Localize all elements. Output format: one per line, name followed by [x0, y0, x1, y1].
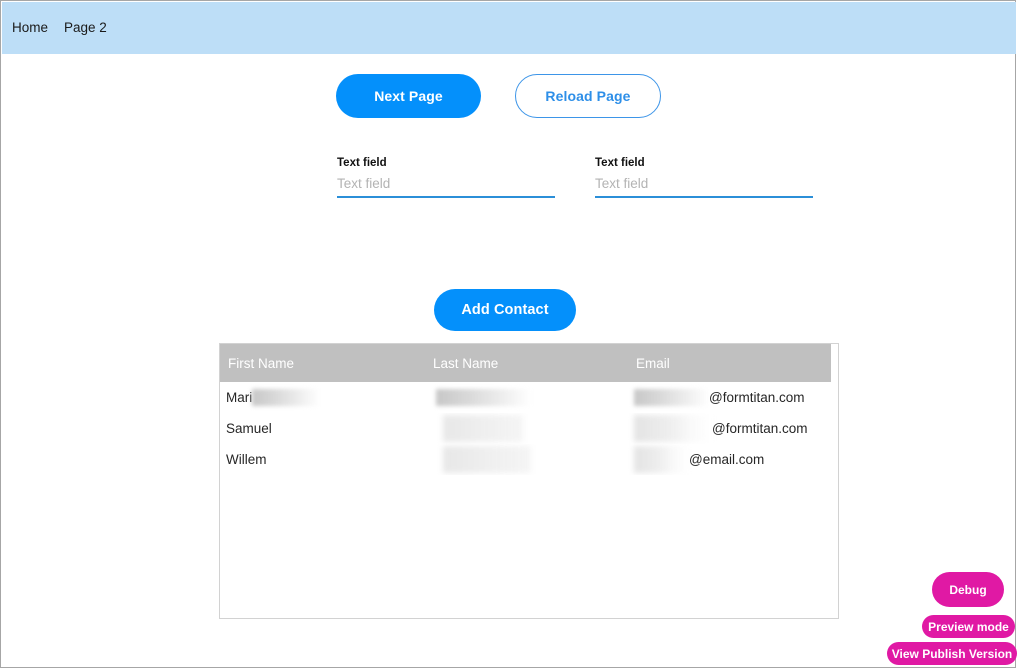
- text-field-group-2: Text field: [595, 156, 813, 198]
- column-header-email[interactable]: Email: [628, 344, 831, 382]
- cell-email: @email.com: [628, 444, 831, 475]
- cell-first-name: Willem: [220, 444, 425, 475]
- redacted-last-name: [443, 446, 531, 473]
- contacts-table: First Name Last Name Email Mari @formtit…: [220, 344, 831, 475]
- cell-last-name: [425, 413, 628, 444]
- page-frame: Home Page 2 Next Page Reload Page Text f…: [0, 0, 1017, 668]
- reload-page-button[interactable]: Reload Page: [515, 74, 661, 118]
- cell-last-name: [425, 444, 628, 475]
- next-page-button[interactable]: Next Page: [336, 74, 481, 118]
- nav-item-home[interactable]: Home: [12, 21, 48, 35]
- table-row[interactable]: Samuel @formtitan.com: [220, 413, 831, 444]
- nav-item-page-2[interactable]: Page 2: [64, 21, 107, 35]
- column-header-first-name[interactable]: First Name: [220, 344, 425, 382]
- text-field-label-2: Text field: [595, 157, 645, 169]
- text-field-input-2[interactable]: [595, 176, 813, 198]
- cell-first-name: Mari: [220, 382, 425, 413]
- top-navigation-bar: Home Page 2: [2, 2, 1016, 54]
- redacted-email-local: [634, 389, 709, 406]
- preview-mode-button[interactable]: Preview mode: [922, 615, 1015, 638]
- first-name-text: Mari: [226, 390, 253, 405]
- table-row[interactable]: Willem @email.com: [220, 444, 831, 475]
- cell-email: @formtitan.com: [628, 382, 831, 413]
- text-field-input-1[interactable]: [337, 176, 555, 198]
- cell-last-name: [425, 382, 628, 413]
- contacts-table-container[interactable]: First Name Last Name Email Mari @formtit…: [219, 343, 839, 619]
- email-domain-text: @formtitan.com: [709, 390, 805, 405]
- cell-email: @formtitan.com: [628, 413, 831, 444]
- first-name-text: Willem: [226, 452, 267, 467]
- contacts-table-header: First Name Last Name Email: [220, 344, 831, 382]
- redacted-last-name: [436, 389, 531, 406]
- view-publish-version-button[interactable]: View Publish Version: [887, 642, 1017, 665]
- cell-first-name: Samuel: [220, 413, 425, 444]
- text-field-group-1: Text field: [337, 156, 555, 198]
- first-name-text: Samuel: [226, 421, 272, 436]
- debug-button[interactable]: Debug: [932, 572, 1004, 607]
- redacted-email-local: [634, 415, 712, 442]
- table-row[interactable]: Mari @formtitan.com: [220, 382, 831, 413]
- table-header-row: First Name Last Name Email: [220, 344, 831, 382]
- text-field-label-1: Text field: [337, 157, 387, 169]
- page-action-button-row: Next Page Reload Page: [1, 74, 1017, 118]
- contacts-table-body: Mari @formtitan.com Samuel @formtitan.co…: [220, 382, 831, 475]
- email-domain-text: @email.com: [689, 452, 765, 467]
- column-header-last-name[interactable]: Last Name: [425, 344, 628, 382]
- redacted-last-name: [443, 415, 523, 442]
- redacted-email-local: [634, 446, 689, 473]
- redacted-first-name: [252, 389, 321, 406]
- add-contact-button[interactable]: Add Contact: [434, 289, 576, 331]
- email-domain-text: @formtitan.com: [712, 421, 808, 436]
